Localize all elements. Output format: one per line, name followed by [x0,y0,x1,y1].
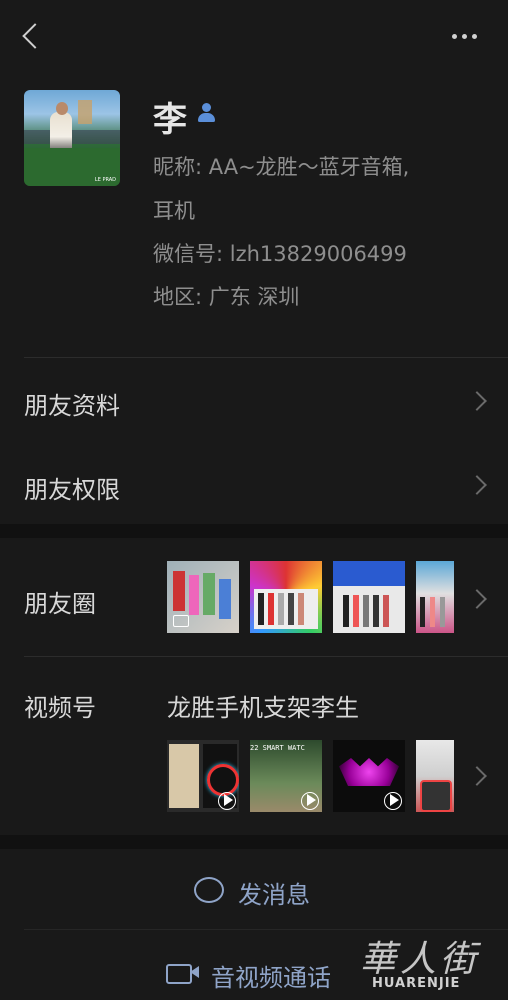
channels-thumbnail-text: 22 SMART WATC [250,744,305,752]
back-button[interactable] [16,22,48,52]
moments-row[interactable]: 朋友圈 [0,538,508,656]
send-message-label: 发消息 [238,881,310,909]
channels-thumbnail [416,740,454,812]
send-message-button[interactable]: 发消息 [0,849,508,929]
nickname-continued: 耳机 [153,199,195,223]
chevron-right-icon [467,391,487,411]
moments-thumbnail [250,561,322,633]
watermark-logo: 華人街 HUARENJIE [360,939,481,991]
chevron-right-icon [467,475,487,495]
chat-bubble-icon [194,877,224,903]
more-button[interactable] [448,28,486,48]
channels-row[interactable]: 视频号 龙胜手机支架李生 22 SMART WATC [0,657,508,835]
friend-info-label: 朋友资料 [24,392,120,420]
back-arrow-icon [22,23,48,49]
chevron-right-icon [467,589,487,609]
moments-thumbnail [333,561,405,633]
video-camera-icon [166,964,192,984]
nickname: 昵称: AA~龙胜～蓝牙音箱, [153,155,410,179]
friend-permissions-label: 朋友权限 [24,476,120,504]
contact-badge-icon [196,102,218,124]
audio-video-call-label: 音视频通话 [211,964,331,992]
channels-account-name: 龙胜手机支架李生 [167,694,359,722]
region: 地区: 广东 深圳 [153,285,300,309]
avatar[interactable]: LE PRAD [24,90,120,186]
channels-label: 视频号 [24,694,96,722]
chevron-right-icon [467,766,487,786]
wechat-id: 微信号: lzh13829006499 [153,242,407,266]
moments-thumbnail [416,561,454,633]
moments-thumbnail [167,561,239,633]
video-icon [173,615,189,627]
friend-permissions-row[interactable]: 朋友权限 [0,442,508,524]
moments-label: 朋友圈 [24,590,96,618]
channels-thumbnail [333,740,405,812]
profile-name: 李 [153,100,187,140]
channels-thumbnail [167,740,239,812]
channels-thumbnail: 22 SMART WATC [250,740,322,812]
friend-info-row[interactable]: 朋友资料 [0,358,508,442]
